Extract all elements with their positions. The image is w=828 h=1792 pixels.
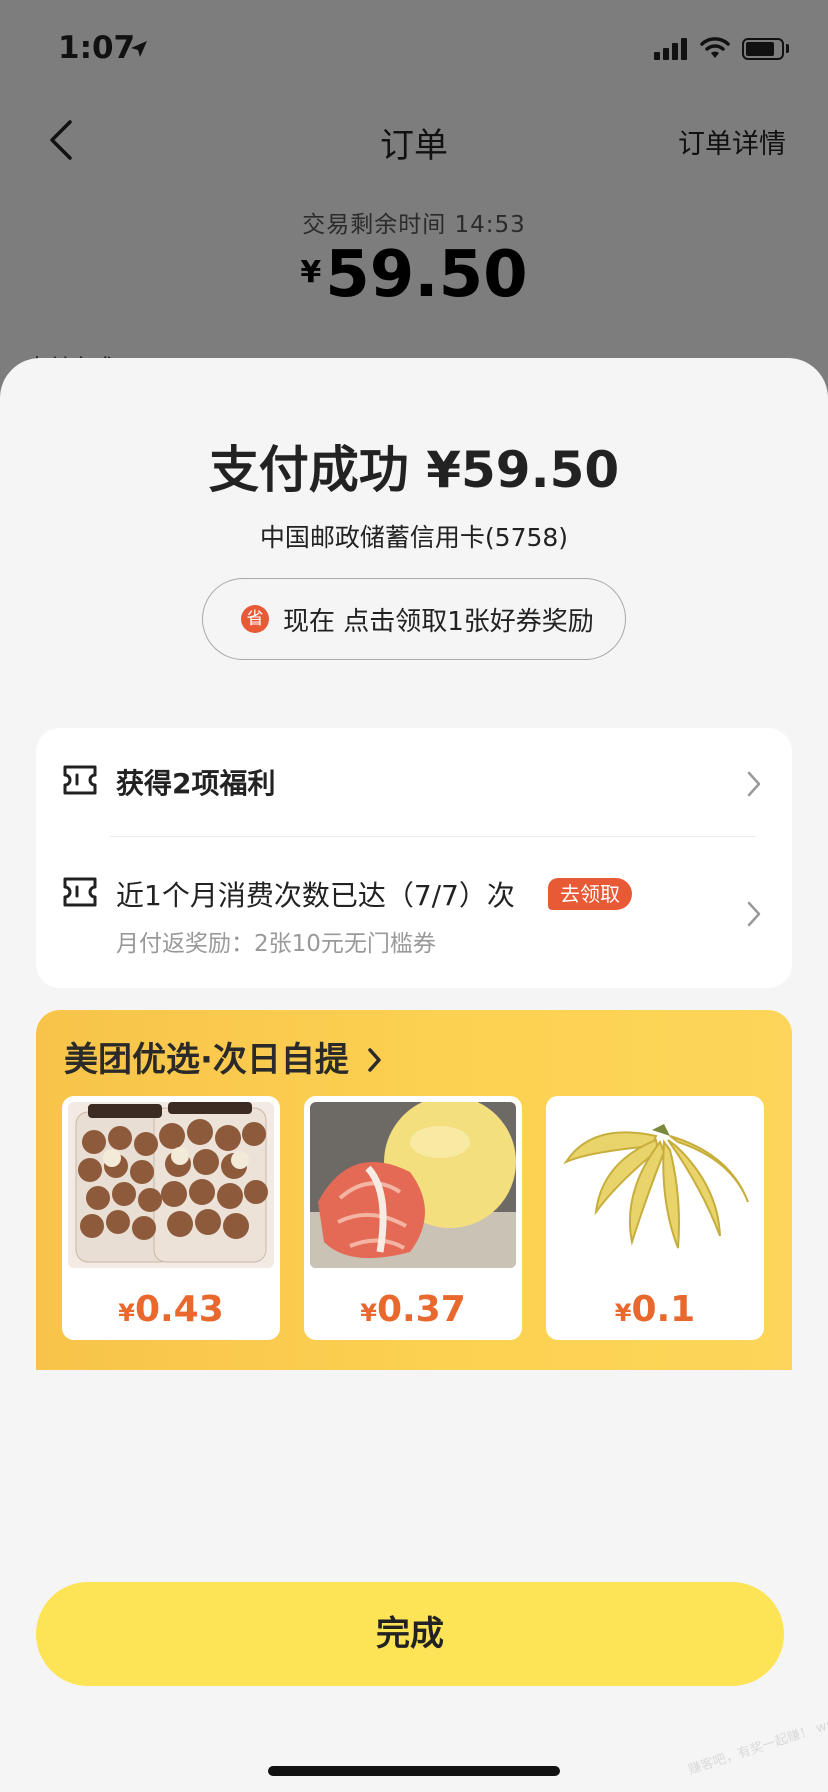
pomelo-image: [310, 1102, 516, 1268]
chevron-right-icon: [368, 1048, 381, 1072]
amount-value: 59.50: [325, 238, 528, 312]
payment-card: 中国邮政储蓄信用卡(5758): [259, 523, 569, 552]
youxuan-title-label: 美团优选·次日自提: [64, 1040, 349, 1080]
product-price: ¥0.43: [118, 1289, 224, 1330]
product-card-bananas[interactable]: ¥0.1: [546, 1096, 764, 1340]
benefit-item-monthly-sub: 月付返奖励：2张10元无门槛券: [116, 931, 436, 957]
macadamia-nuts-image: [68, 1102, 274, 1268]
status-time: 1:07: [58, 30, 136, 66]
benefits-card: 获得2项福利 近1个月消费次数已达（7/7）次 去领取 月付返奖励：2张10元无…: [36, 728, 792, 988]
claim-coupon-label: 现在 点击领取1张好券奖励: [283, 607, 594, 637]
remaining-time: 交易剩余时间 14:53: [302, 212, 526, 238]
wifi-icon: [700, 37, 730, 58]
youxuan-title[interactable]: 美团优选·次日自提: [64, 1032, 383, 1081]
bananas-image: [552, 1102, 758, 1268]
claim-coupon-button[interactable]: 省 现在 点击领取1张好券奖励: [202, 578, 626, 660]
save-badge-icon: 省: [241, 605, 269, 633]
cellular-signal-icon: [654, 38, 688, 60]
benefit-item-rewards[interactable]: 获得2项福利: [36, 728, 792, 836]
chevron-right-icon: [747, 901, 761, 927]
meituan-youxuan-banner[interactable]: 美团优选·次日自提 ¥0.43 ¥0.37 ¥0.1: [36, 1010, 792, 1370]
battery-tip: [786, 44, 789, 53]
benefit-item-rewards-label: 获得2项福利: [116, 767, 276, 800]
status-bar: 1:07: [0, 0, 828, 100]
product-card-pomelo[interactable]: ¥0.37: [304, 1096, 522, 1340]
ticket-icon: [63, 765, 97, 795]
done-button[interactable]: 完成: [36, 1582, 784, 1686]
claim-tag-button[interactable]: 去领取: [548, 878, 632, 910]
order-amount: ¥59.50: [0, 238, 828, 312]
ticket-icon: [63, 877, 97, 907]
order-details-link[interactable]: 订单详情: [678, 122, 786, 161]
chevron-right-icon: [747, 771, 761, 797]
home-indicator[interactable]: [268, 1766, 560, 1776]
divider: [110, 836, 756, 837]
benefit-item-monthly-label: 近1个月消费次数已达（7/7）次: [116, 879, 515, 912]
product-card-macadamia[interactable]: ¥0.43: [62, 1096, 280, 1340]
product-price: ¥0.37: [360, 1289, 466, 1330]
amount-currency: ¥: [300, 255, 322, 290]
product-price: ¥0.1: [614, 1289, 696, 1330]
battery-icon: [742, 38, 784, 60]
payment-success-title: 支付成功 ¥59.50: [208, 441, 620, 499]
location-arrow-icon: [131, 41, 147, 57]
